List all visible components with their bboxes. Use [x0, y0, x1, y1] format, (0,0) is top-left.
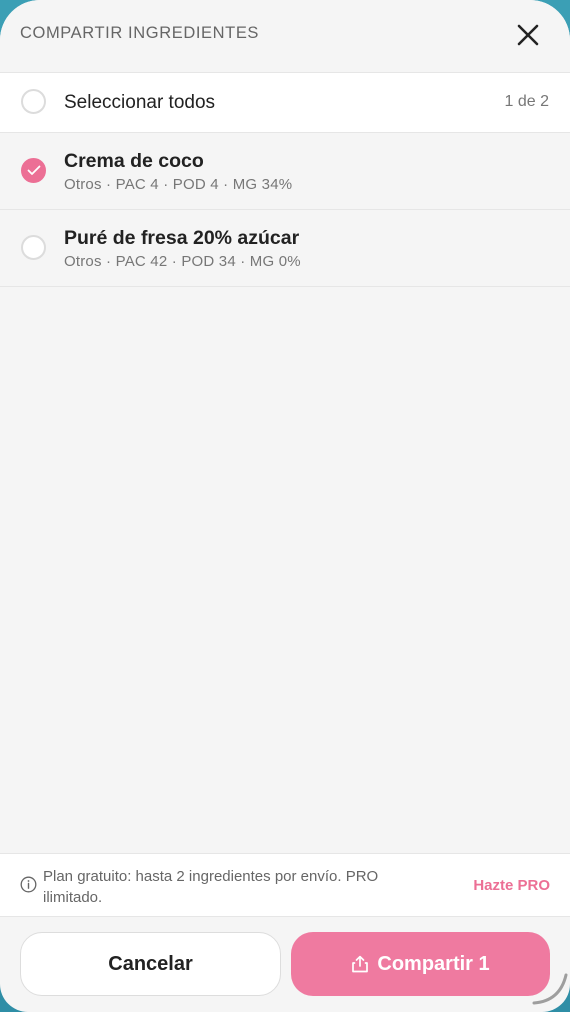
resize-handle-icon [532, 973, 568, 1005]
select-all-checkbox[interactable] [21, 89, 46, 114]
plan-notice: Plan gratuito: hasta 2 ingredientes por … [0, 853, 570, 917]
plan-notice-text: Plan gratuito: hasta 2 ingredientes por … [43, 868, 379, 906]
info-icon [20, 876, 37, 893]
share-button[interactable]: Compartir 1 [291, 932, 550, 996]
sheet-header: COMPARTIR INGREDIENTES [0, 0, 570, 73]
ingredient-meta: Otros · PAC 4 · POD 4 · MG 34% [64, 176, 293, 193]
ingredient-meta: Otros · PAC 42 · POD 34 · MG 0% [64, 253, 301, 270]
share-ingredients-sheet: COMPARTIR INGREDIENTES Seleccionar todos… [0, 0, 570, 1012]
cancel-button[interactable]: Cancelar [20, 932, 281, 996]
ingredient-name: Crema de coco [64, 150, 204, 172]
ingredient-row[interactable]: Puré de fresa 20% azúcar Otros · PAC 42 … [0, 210, 570, 287]
sheet-title: COMPARTIR INGREDIENTES [20, 24, 260, 42]
ingredient-checkbox[interactable] [21, 158, 46, 183]
upgrade-pro-link[interactable]: Hazte PRO [473, 877, 550, 894]
select-all-row[interactable]: Seleccionar todos 1 de 2 [0, 73, 570, 133]
close-button[interactable] [510, 17, 546, 53]
ingredient-name: Puré de fresa 20% azúcar [64, 227, 300, 249]
ingredient-checkbox[interactable] [21, 235, 46, 260]
share-icon [352, 955, 369, 973]
checkmark-icon [27, 165, 41, 175]
cancel-button-label: Cancelar [108, 952, 193, 975]
selection-count: 1 de 2 [504, 93, 549, 110]
share-button-label: Compartir 1 [377, 952, 490, 975]
ingredient-row[interactable]: Crema de coco Otros · PAC 4 · POD 4 · MG… [0, 133, 570, 210]
close-icon [517, 24, 539, 46]
select-all-label: Seleccionar todos [64, 92, 216, 113]
